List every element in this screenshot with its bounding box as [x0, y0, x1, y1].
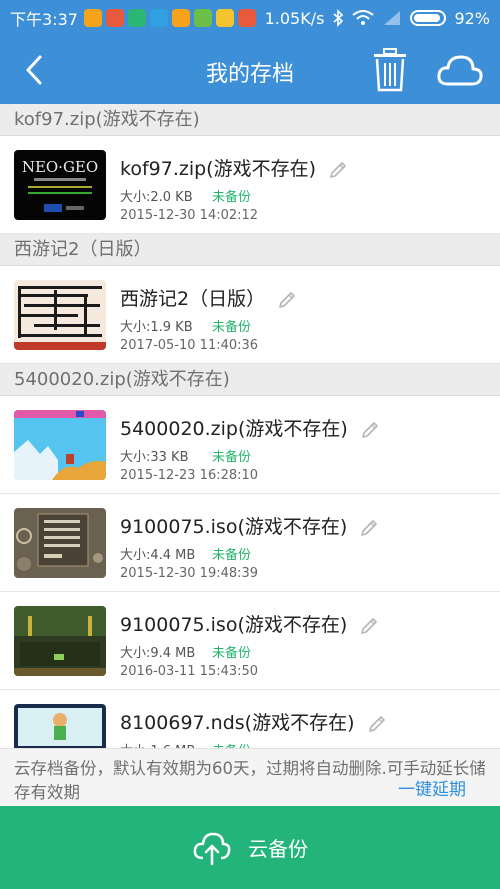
save-date: 2015-12-30 19:48:39 — [120, 566, 259, 581]
battery-percent: 92% — [454, 8, 490, 28]
backup-status: 未备份 — [212, 190, 252, 205]
save-size: 大小:33 KB — [120, 450, 189, 465]
game-thumbnail — [14, 508, 106, 578]
game-thumbnail: NEO·GEO — [14, 150, 106, 220]
cloud-backup-button[interactable]: 云备份 — [0, 806, 500, 889]
edit-pencil-icon[interactable] — [367, 714, 387, 734]
app-notification-icon — [149, 9, 168, 27]
game-thumbnail — [14, 704, 106, 748]
group-header: 西游记2（日版） — [0, 234, 500, 266]
save-size: 大小:1.6 MB — [120, 740, 195, 748]
group-header: 5400020.zip(游戏不存在) — [0, 364, 500, 396]
save-date: 2017-05-10 11:40:36 — [120, 338, 259, 353]
trash-icon[interactable] — [372, 48, 408, 92]
save-name: 5400020.zip(游戏不存在) — [120, 418, 348, 440]
status-time: 下午3:37 — [10, 10, 78, 29]
edit-pencil-icon[interactable] — [277, 290, 297, 310]
net-speed: 1.05K/s — [264, 8, 325, 28]
cloud-upload-icon — [193, 832, 231, 865]
app-notification-icon — [83, 9, 102, 27]
edit-pencil-icon[interactable] — [359, 616, 379, 636]
save-name-row: 西游记2（日版） — [120, 284, 297, 311]
save-size: 大小:4.4 MB — [120, 548, 196, 563]
save-item[interactable]: 5400020.zip(游戏不存在) 大小:33 KB 未备份 2015-12-23 … — [0, 396, 500, 494]
save-name: kof97.zip(游戏不存在) — [120, 158, 316, 180]
edit-pencil-icon[interactable] — [360, 420, 380, 440]
save-name-row: 5400020.zip(游戏不存在) — [120, 414, 380, 441]
save-name: 9100075.iso(游戏不存在) — [120, 614, 348, 636]
save-item[interactable]: 8100697.nds(游戏不存在) 大小:1.6 MB 未备份 — [0, 690, 500, 748]
save-item[interactable]: 西游记2（日版） 大小:1.9 KB 未备份 2017-05-10 11:40:36 — [0, 266, 500, 364]
save-name-row: 8100697.nds(游戏不存在) — [120, 708, 387, 735]
app-notification-icon — [193, 9, 212, 27]
save-item[interactable]: NEO·GEO kof97.zip(游戏不存在) 大小:2.0 KB 未备份 2015-… — [0, 136, 500, 234]
cloud-icon[interactable] — [436, 52, 484, 88]
signal-icon — [384, 11, 401, 25]
save-name-row: 9100075.iso(游戏不存在) — [120, 512, 379, 539]
save-list[interactable]: kof97.zip(游戏不存在) NEO·GEO kof97.zip(游戏不存在) 大… — [0, 104, 500, 748]
extend-link[interactable]: 一键延期 — [398, 778, 466, 802]
save-date: 2016-03-11 15:43:50 — [120, 664, 259, 679]
backup-status: 未备份 — [212, 548, 252, 563]
group-header: kof97.zip(游戏不存在) — [0, 104, 500, 136]
game-thumbnail — [14, 410, 106, 480]
backup-status: 未备份 — [212, 646, 252, 661]
save-name: 8100697.nds(游戏不存在) — [120, 712, 355, 734]
status-bar: 下午3:37 1.05K/s 92% — [0, 0, 500, 36]
save-name-row: kof97.zip(游戏不存在) — [120, 154, 348, 181]
save-name: 9100075.iso(游戏不存在) — [120, 516, 348, 538]
wifi-icon — [352, 10, 375, 25]
save-size: 大小:1.9 KB — [120, 320, 193, 335]
backup-status: 未备份 — [212, 320, 252, 335]
app-notification-icon — [105, 9, 124, 27]
save-date: 2015-12-30 14:02:12 — [120, 208, 259, 223]
app-notification-icon — [215, 9, 234, 27]
backup-status: 未备份 — [212, 450, 252, 465]
save-name-row: 9100075.iso(游戏不存在) — [120, 610, 379, 637]
game-thumbnail — [14, 280, 106, 350]
bluetooth-icon — [333, 9, 344, 27]
save-item[interactable]: 9100075.iso(游戏不存在) 大小:9.4 MB 未备份 2016-03-11… — [0, 592, 500, 690]
battery-icon — [410, 10, 447, 26]
save-size: 大小:9.4 MB — [120, 646, 196, 661]
save-item[interactable]: 9100075.iso(游戏不存在) 大小:4.4 MB 未备份 2015-12-30… — [0, 494, 500, 592]
page-title: 我的存档 — [205, 62, 294, 87]
app-notification-icon — [127, 9, 146, 27]
save-date: 2015-12-23 16:28:10 — [120, 468, 259, 483]
app-notification-icon — [237, 9, 256, 27]
edit-pencil-icon[interactable] — [359, 518, 379, 538]
save-size: 大小:2.0 KB — [120, 190, 193, 205]
backup-status: 未备份 — [212, 740, 251, 748]
notification-icons — [83, 9, 256, 27]
app-notification-icon — [171, 9, 190, 27]
edit-pencil-icon[interactable] — [328, 160, 348, 180]
cloud-backup-label: 云备份 — [248, 837, 308, 861]
save-name: 西游记2（日版） — [120, 288, 266, 310]
svg-text:NEO·GEO: NEO·GEO — [22, 158, 98, 176]
title-bar: 我的存档 — [0, 36, 500, 104]
expiry-notice: 云存档备份，默认有效期为60天，过期将自动删除.可手动延长储存有效期 一键延期 — [0, 748, 500, 806]
game-thumbnail — [14, 606, 106, 676]
